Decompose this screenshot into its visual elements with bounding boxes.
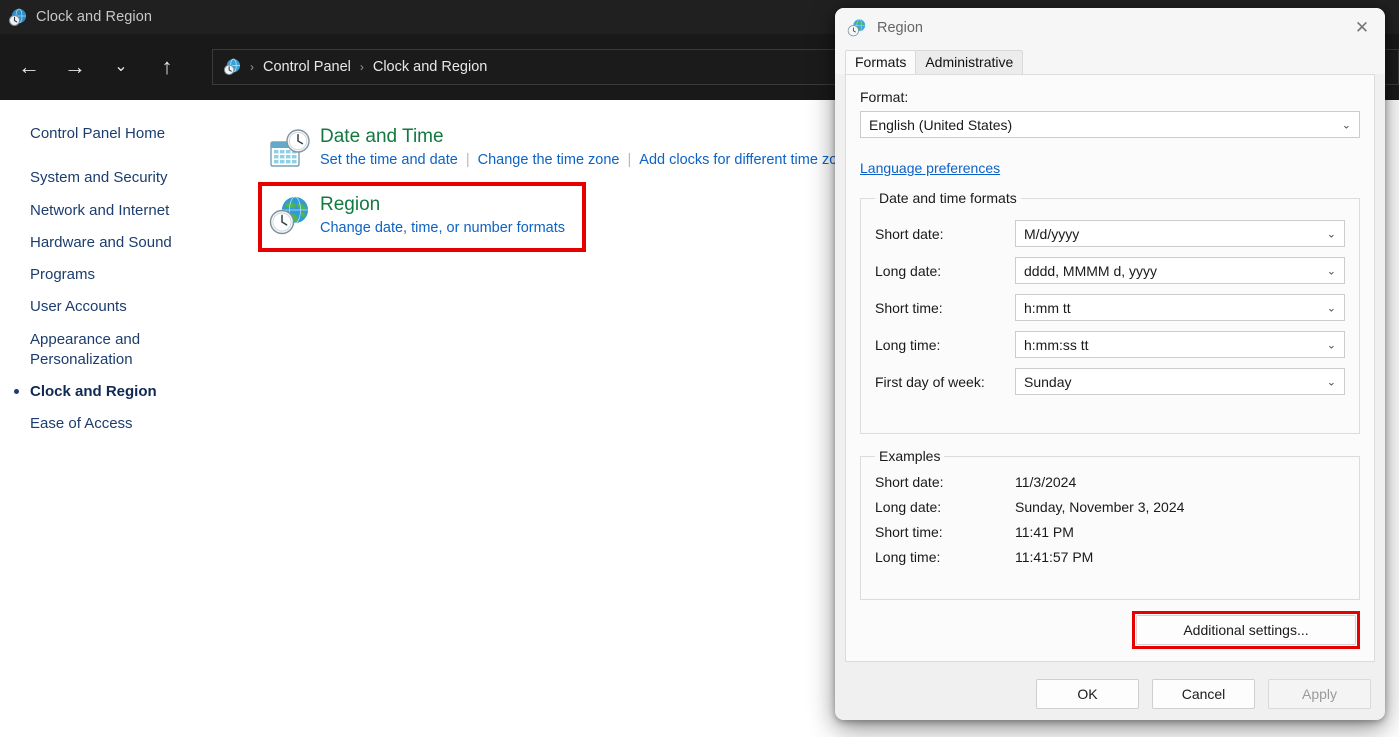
group-legend: Date and time formats [879,190,1017,206]
long-time-select[interactable]: h:mm:ss tt ⌄ [1015,331,1345,358]
dialog-title: Region [877,20,923,36]
apply-button: Apply [1268,679,1371,709]
breadcrumb-item-control-panel[interactable]: Control Panel [263,59,351,75]
additional-settings-button[interactable]: Additional settings... [1136,615,1356,645]
first-day-of-week-value: Sunday [1024,373,1072,390]
globe-clock-icon [847,18,867,38]
long-time-label: Long time: [875,336,941,353]
dialog-titlebar: Region ✕ [835,8,1385,48]
current-item-bullet-icon [14,389,19,394]
example-short-date-label: Short date: [875,474,944,490]
example-long-time-value: 11:41:57 PM [1015,549,1094,565]
link-change-date-time-or-number-formats[interactable]: Change date, time, or number formats [320,220,565,236]
long-date-label: Long date: [875,262,942,279]
long-date-value: dddd, MMMM d, yyyy [1024,262,1158,279]
example-short-time: Short time: 11:41 PM [875,524,1345,540]
row-long-time: Long time: h:mm:ss tt ⌄ [875,331,1345,358]
sidebar-item-system-and-security[interactable]: System and Security [0,162,248,194]
row-first-day-of-week: First day of week: Sunday ⌄ [875,368,1345,395]
example-long-time: Long time: 11:41:57 PM [875,549,1345,565]
short-date-label: Short date: [875,225,944,242]
dialog-page-formats: Format: English (United States) ⌄ Langua… [845,74,1375,662]
dialog-tabs: Formats Administrative [835,48,1385,74]
example-short-time-value: 11:41 PM [1015,524,1074,540]
row-short-time: Short time: h:mm tt ⌄ [875,294,1345,321]
clock-globe-icon [8,8,27,27]
row-long-date: Long date: dddd, MMMM d, yyyy ⌄ [875,257,1345,284]
short-time-label: Short time: [875,299,943,316]
example-long-date-value: Sunday, November 3, 2024 [1015,499,1185,515]
format-select-value: English (United States) [869,116,1013,133]
example-short-date: Short date: 11/3/2024 [875,474,1345,490]
first-day-of-week-label: First day of week: [875,373,985,390]
sidebar-item-programs[interactable]: Programs [0,259,248,291]
tab-administrative[interactable]: Administrative [915,50,1024,74]
examples-group: Examples Short date: 11/3/2024 Long date… [860,448,1360,600]
long-date-select[interactable]: dddd, MMMM d, yyyy ⌄ [1015,257,1345,284]
link-add-clocks-for-different-time-zones[interactable]: Add clocks for different time zones [639,152,860,168]
window-title: Clock and Region [36,9,153,25]
example-long-date: Long date: Sunday, November 3, 2024 [875,499,1345,515]
sidebar-item-hardware-and-sound[interactable]: Hardware and Sound [0,227,248,259]
arrow-right-icon[interactable]: → [54,46,96,88]
chevron-down-icon: ⌄ [1326,339,1336,351]
sidebar-item-control-panel-home[interactable]: Control Panel Home [0,118,248,150]
short-date-value: M/d/yyyy [1024,225,1080,242]
arrow-left-icon[interactable]: ← [8,46,50,88]
link-set-the-time-and-date[interactable]: Set the time and date [320,152,458,168]
chevron-down-icon: ⌄ [1326,265,1336,277]
example-long-date-label: Long date: [875,499,942,515]
example-long-time-label: Long time: [875,549,941,565]
short-time-select[interactable]: h:mm tt ⌄ [1015,294,1345,321]
example-short-time-label: Short time: [875,524,943,540]
globe-clock-icon [268,194,312,238]
additional-settings-highlight: Additional settings... [1132,611,1360,649]
chevron-down-icon: ⌄ [1326,228,1336,240]
region-dialog: Region ✕ Formats Administrative Format: … [835,8,1385,720]
sidebar-item-ease-of-access[interactable]: Ease of Access [0,408,248,440]
sidebar: Control Panel Home System and Security N… [0,100,248,441]
dialog-footer: OK Cancel Apply [835,668,1385,720]
clock-globe-icon [223,58,241,76]
breadcrumb-separator: › [250,60,254,74]
sidebar-item-network-and-internet[interactable]: Network and Internet [0,195,248,227]
sidebar-item-appearance-and-personalization[interactable]: Appearance and Personalization [0,324,170,377]
ok-button[interactable]: OK [1036,679,1139,709]
chevron-down-icon: ⌄ [1326,376,1336,388]
breadcrumb-separator: › [359,60,364,74]
chevron-down-icon: ⌄ [1341,119,1351,131]
sidebar-item-clock-and-region[interactable]: Clock and Region [0,376,248,408]
breadcrumb-item-clock-and-region[interactable]: Clock and Region [373,59,487,75]
sidebar-item-user-accounts[interactable]: User Accounts [0,291,248,323]
link-separator: | [465,152,470,169]
tab-formats[interactable]: Formats [845,50,917,74]
category-links: Change date, time, or number formats [320,219,582,238]
link-separator: | [627,152,632,169]
language-preferences-link[interactable]: Language preferences [860,160,1000,176]
link-change-the-time-zone[interactable]: Change the time zone [478,152,620,168]
first-day-of-week-select[interactable]: Sunday ⌄ [1015,368,1345,395]
format-label: Format: [860,89,909,105]
calendar-clock-icon [268,128,312,172]
category-title[interactable]: Region [320,194,582,215]
category-region[interactable]: Region Change date, time, or number form… [258,182,586,253]
long-time-value: h:mm:ss tt [1024,336,1089,353]
arrow-up-icon[interactable]: ↑ [146,46,188,88]
sidebar-item-label: Clock and Region [30,383,157,400]
format-select[interactable]: English (United States) ⌄ [860,111,1360,138]
chevron-down-icon[interactable]: ⌄ [100,46,142,88]
example-short-date-value: 11/3/2024 [1015,474,1077,490]
group-legend: Examples [879,448,941,464]
chevron-down-icon: ⌄ [1326,302,1336,314]
short-date-select[interactable]: M/d/yyyy ⌄ [1015,220,1345,247]
short-time-value: h:mm tt [1024,299,1071,316]
date-and-time-formats-group: Date and time formats Short date: M/d/yy… [860,190,1360,434]
cancel-button[interactable]: Cancel [1152,679,1255,709]
close-icon[interactable]: ✕ [1339,8,1385,48]
row-short-date: Short date: M/d/yyyy ⌄ [875,220,1345,247]
